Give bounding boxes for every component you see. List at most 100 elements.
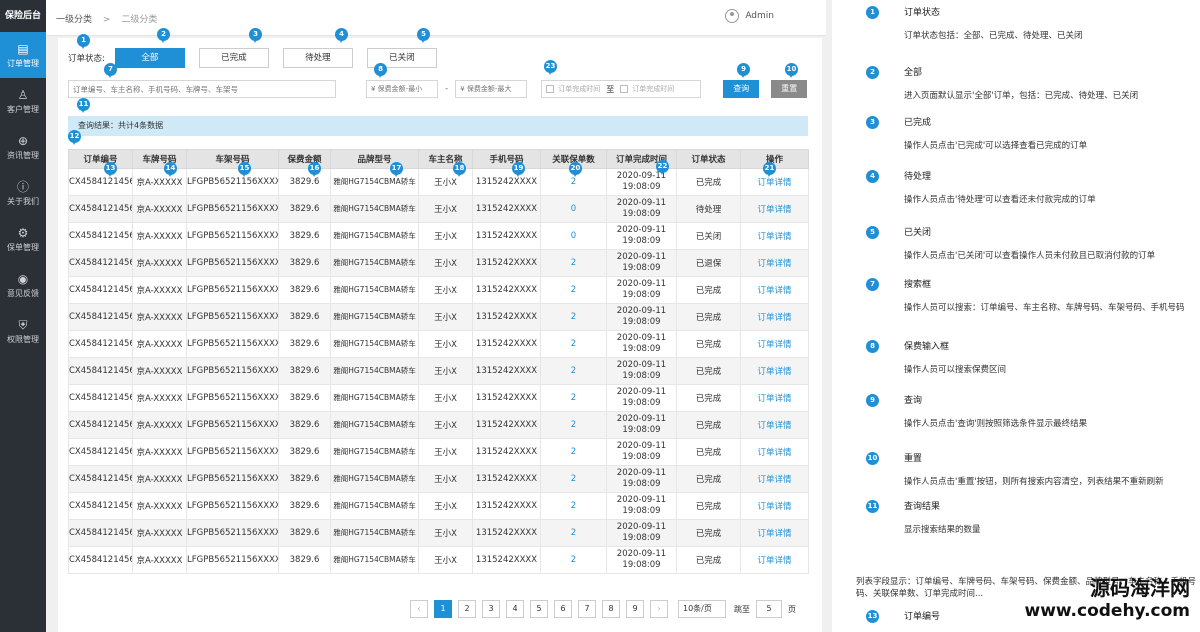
sidebar-item-permissions[interactable]: ⛨ 权限管理 [0, 308, 46, 354]
page-button[interactable]: 1 [434, 600, 452, 618]
next-page-button[interactable]: › [650, 600, 668, 618]
premium-min-input[interactable] [366, 80, 438, 98]
order-detail-link[interactable]: 订单详情 [740, 546, 809, 574]
sidebar-item-label: 保单管理 [7, 242, 39, 252]
order-detail-link[interactable]: 订单详情 [740, 330, 809, 358]
page-button[interactable]: 7 [578, 600, 596, 618]
policy-count-link[interactable]: 0 [540, 222, 607, 250]
user-icon: ♙ [17, 87, 29, 102]
table-cell: 2020-09-11 19:08:09 [606, 519, 677, 547]
tab-pending[interactable]: 待处理 [282, 48, 353, 68]
table-cell: 已完成 [676, 492, 741, 520]
table-cell: 2020-09-11 19:08:09 [606, 195, 677, 223]
table-cell: LFGPB56521156XXXX [186, 438, 279, 466]
table-cell: 京A-XXXXX [132, 411, 187, 439]
sidebar-item-label: 订单管理 [7, 58, 39, 68]
policy-count-link[interactable]: 2 [540, 276, 607, 304]
table-cell: 3829.6 [278, 384, 331, 412]
order-detail-link[interactable]: 订单详情 [740, 384, 809, 412]
order-detail-link[interactable]: 订单详情 [740, 438, 809, 466]
table-cell: 京A-XXXXX [132, 438, 187, 466]
sidebar-item-news[interactable]: ⊕ 资讯管理 [0, 124, 46, 170]
table-cell: 京A-XXXXX [132, 249, 187, 277]
annotation-note: 7 搜索框 操作人员可以搜索：订单编号、车主名称、车牌号码、车架号码、手机号码 [866, 278, 1194, 314]
table-cell: 王小X [418, 303, 473, 331]
column-header: 订单编号 [68, 149, 133, 169]
order-detail-link[interactable]: 订单详情 [740, 222, 809, 250]
sidebar-item-about[interactable]: ⓘ 关于我们 [0, 170, 46, 216]
page-button[interactable]: 6 [554, 600, 572, 618]
table-cell: 雅阁HG7154CBMA轿车 [330, 519, 419, 547]
policy-count-link[interactable]: 2 [540, 546, 607, 574]
page-button[interactable]: 8 [602, 600, 620, 618]
annotation-marker: 13 [104, 162, 117, 177]
table-cell: CX4584121456 [68, 384, 133, 412]
annotation-desc: 订单状态包括：全部、已完成、待处理、已关闭 [904, 31, 1083, 41]
prev-page-button[interactable]: ‹ [410, 600, 428, 618]
page-button[interactable]: 3 [482, 600, 500, 618]
order-detail-link[interactable]: 订单详情 [740, 492, 809, 520]
table-cell: 2020-09-11 19:08:09 [606, 276, 677, 304]
policy-count-link[interactable]: 2 [540, 330, 607, 358]
order-detail-link[interactable]: 订单详情 [740, 465, 809, 493]
page-size-select[interactable]: 10条/页 [678, 600, 726, 618]
jump-page-input[interactable]: 5 [756, 600, 782, 618]
tab-completed[interactable]: 已完成 [198, 48, 269, 68]
premium-max-input[interactable] [455, 80, 528, 98]
order-detail-link[interactable]: 订单详情 [740, 357, 809, 385]
sidebar-item-orders[interactable]: ▤ 订单管理 [0, 32, 46, 78]
table-cell: 已完成 [676, 330, 741, 358]
page-button[interactable]: 4 [506, 600, 524, 618]
sidebar-item-policies[interactable]: ⚙ 保单管理 [0, 216, 46, 262]
policy-count-link[interactable]: 2 [540, 384, 607, 412]
table-cell: 王小X [418, 519, 473, 547]
page-button[interactable]: 5 [530, 600, 548, 618]
page-button[interactable]: 2 [458, 600, 476, 618]
policy-count-link[interactable]: 2 [540, 303, 607, 331]
table-cell: 雅阁HG7154CBMA轿车 [330, 195, 419, 223]
annotation-desc: 进入页面默认显示'全部'订单，包括：已完成、待处理、已关闭 [904, 91, 1139, 101]
column-header: 订单状态 [676, 149, 741, 169]
policy-count-link[interactable]: 2 [540, 492, 607, 520]
policy-count-link[interactable]: 2 [540, 438, 607, 466]
table-cell: 王小X [418, 411, 473, 439]
table-cell: LFGPB56521156XXXX [186, 249, 279, 277]
tab-all[interactable]: 全部 [114, 48, 185, 68]
annotation-number: 11 [866, 500, 879, 513]
table-cell: 3829.6 [278, 303, 331, 331]
order-detail-link[interactable]: 订单详情 [740, 411, 809, 439]
sidebar-item-feedback[interactable]: ◉ 意见反馈 [0, 262, 46, 308]
order-detail-link[interactable]: 订单详情 [740, 303, 809, 331]
table-cell: 京A-XXXXX [132, 303, 187, 331]
annotation-number: 5 [866, 226, 879, 239]
annotation-number: 7 [866, 278, 879, 291]
table-cell: 1315242XXXX [472, 357, 541, 385]
policy-count-link[interactable]: 2 [540, 519, 607, 547]
date-range-picker[interactable]: 订单完成时间 至 订单完成时间 [541, 80, 702, 98]
query-button[interactable]: 查询 [723, 80, 760, 98]
table-cell: CX4584121456 [68, 465, 133, 493]
table-cell: LFGPB56521156XXXX [186, 276, 279, 304]
policy-count-link[interactable]: 2 [540, 249, 607, 277]
order-detail-link[interactable]: 订单详情 [740, 249, 809, 277]
search-input[interactable] [68, 80, 336, 98]
order-detail-link[interactable]: 订单详情 [740, 519, 809, 547]
policy-count-link[interactable]: 0 [540, 195, 607, 223]
reset-button[interactable]: 重置 [771, 80, 808, 98]
annotation-number: 4 [866, 170, 879, 183]
user-menu[interactable]: Admin [725, 9, 774, 23]
table-cell: 雅阁HG7154CBMA轿车 [330, 357, 419, 385]
page-button[interactable]: 9 [626, 600, 644, 618]
table-cell: CX4584121456 [68, 519, 133, 547]
order-detail-link[interactable]: 订单详情 [740, 195, 809, 223]
sidebar-item-customers[interactable]: ♙ 客户管理 [0, 78, 46, 124]
breadcrumb-level-1[interactable]: 一级分类 [56, 15, 92, 25]
policy-count-link[interactable]: 2 [540, 411, 607, 439]
annotation-marker: 19 [512, 162, 525, 177]
policy-count-link[interactable]: 2 [540, 465, 607, 493]
policy-count-link[interactable]: 2 [540, 357, 607, 385]
table-cell: 已关闭 [676, 222, 741, 250]
column-header: 车架号码 [186, 149, 279, 169]
table-cell: CX4584121456 [68, 492, 133, 520]
order-detail-link[interactable]: 订单详情 [740, 276, 809, 304]
